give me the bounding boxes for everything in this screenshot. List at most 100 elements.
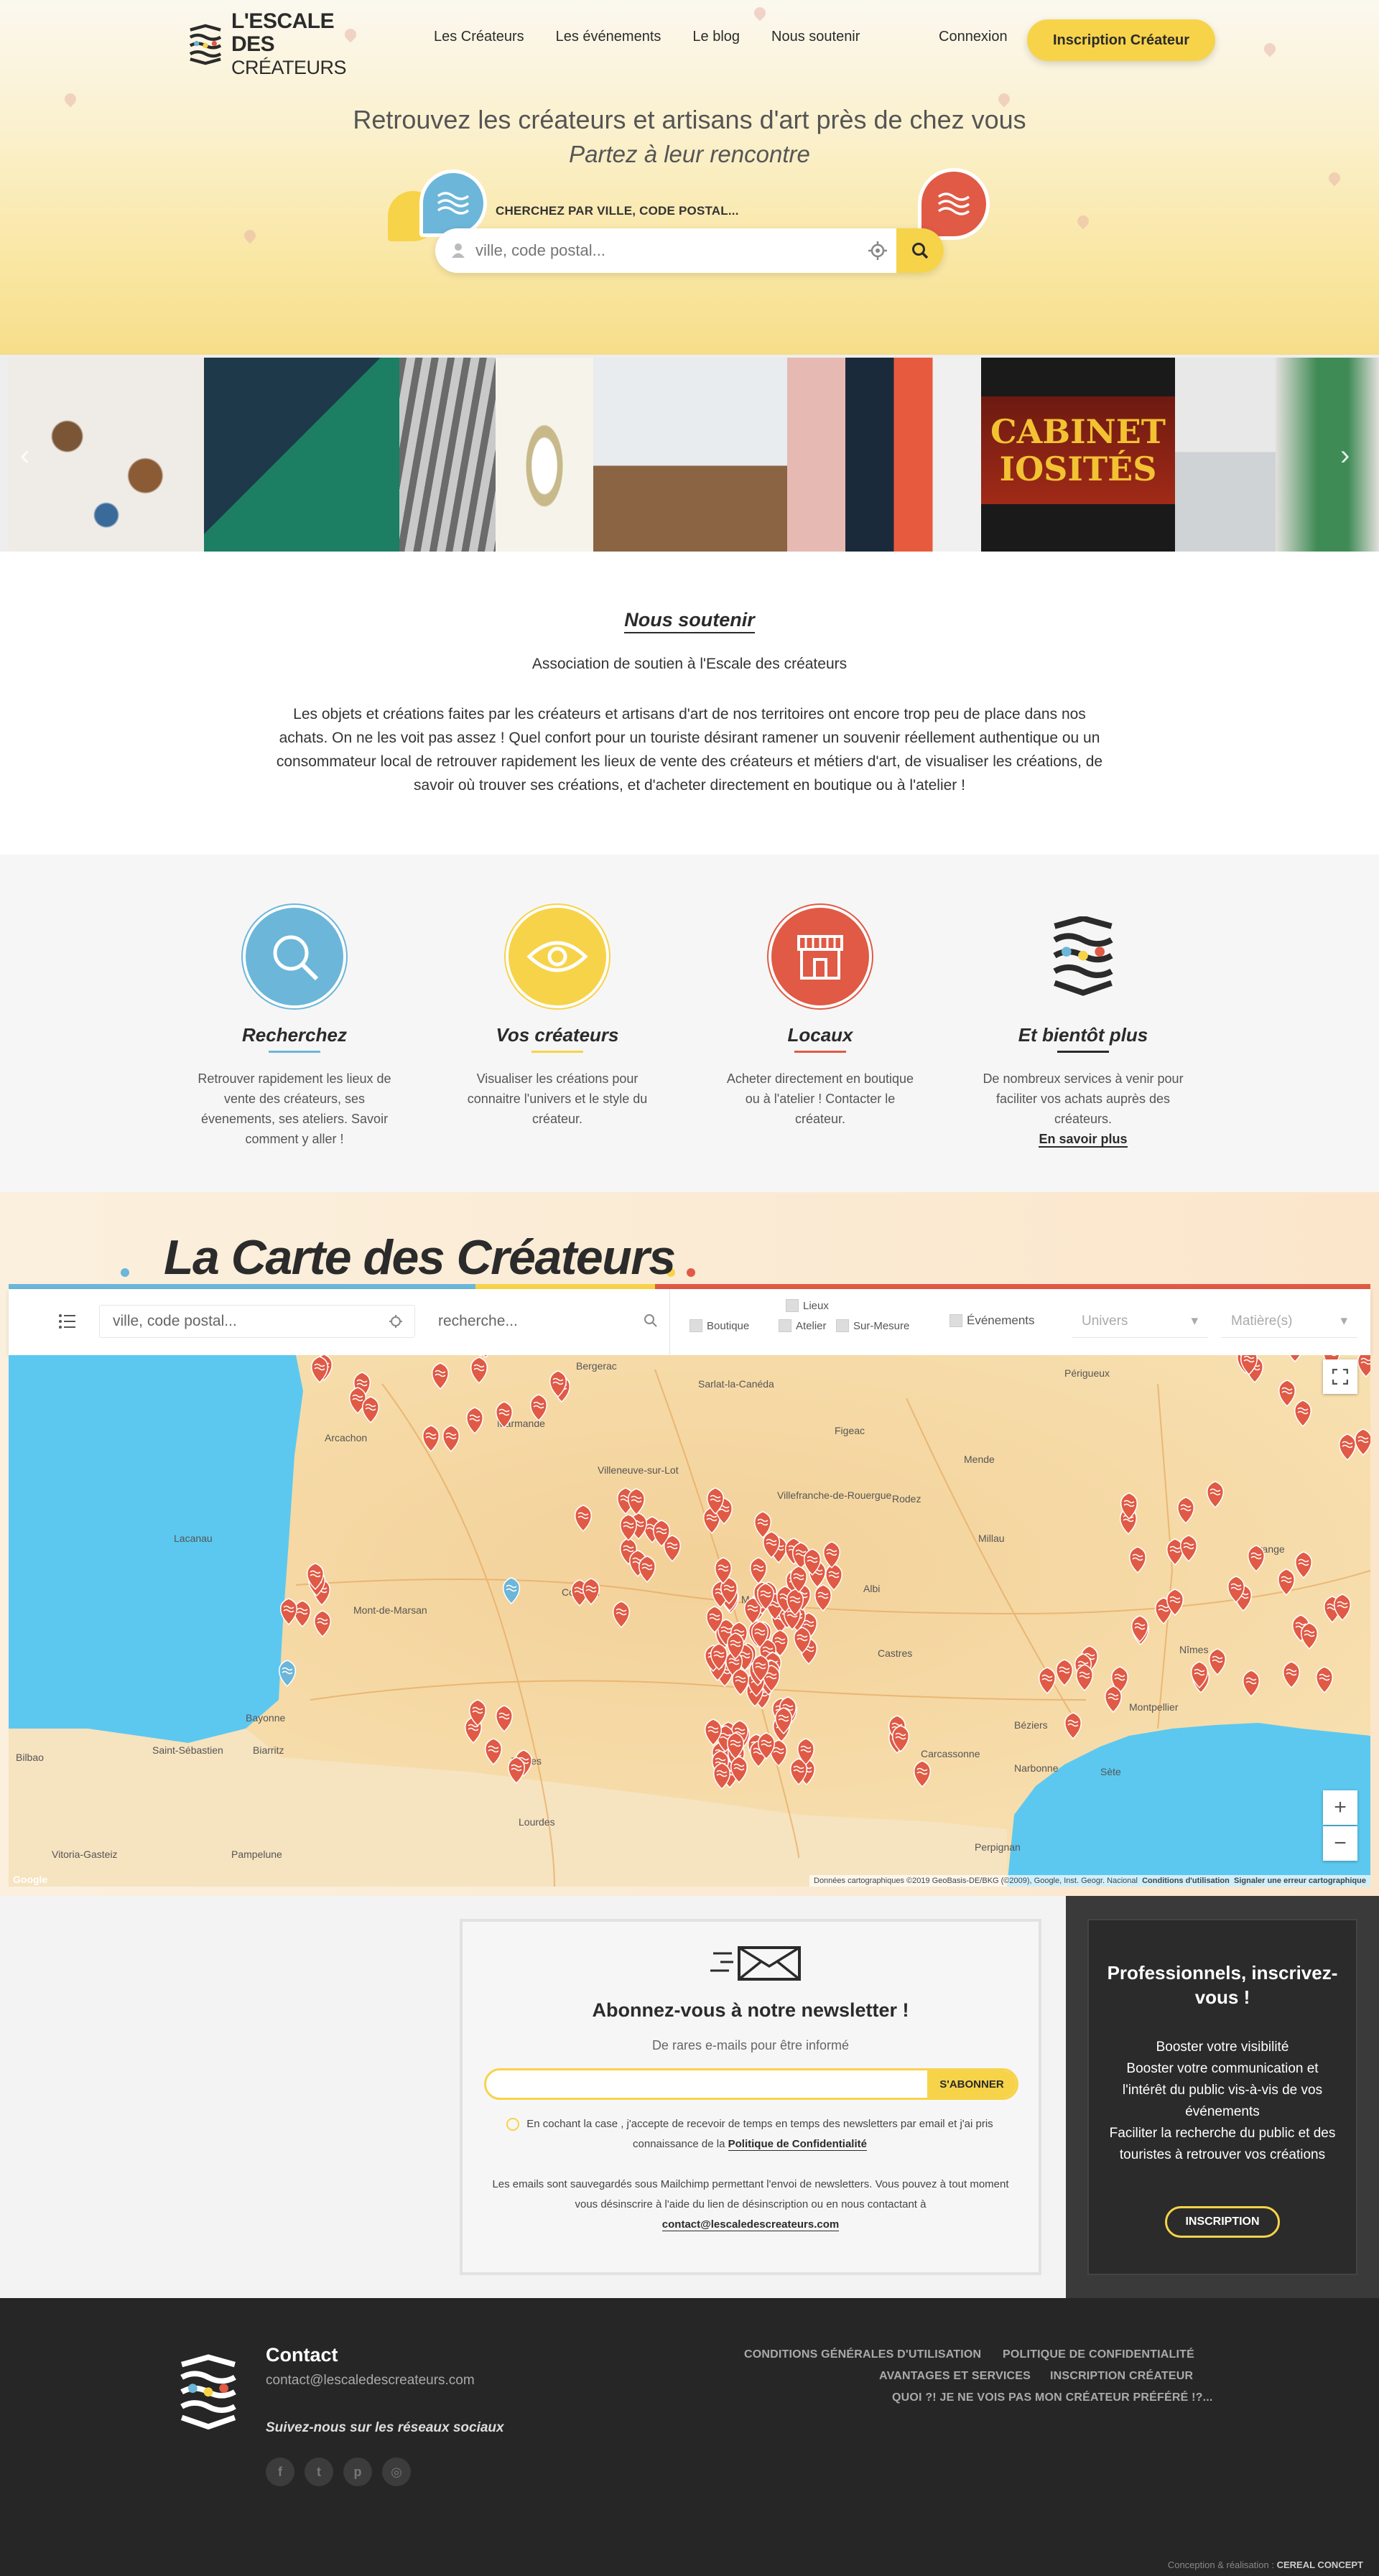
feature-text-body: De nombreux services à venir pour facili… — [983, 1071, 1184, 1126]
login-link[interactable]: Connexion — [939, 29, 1008, 45]
photo-threads — [399, 358, 496, 552]
map-keyword-input[interactable]: recherche... — [425, 1305, 669, 1338]
carousel-prev-icon[interactable]: ‹ — [20, 441, 39, 470]
map-keyword-placeholder: recherche... — [438, 1313, 518, 1329]
univers-select-value: Univers — [1082, 1313, 1128, 1329]
consent-checkbox[interactable] — [506, 2118, 520, 2131]
map-place-label: Mende — [964, 1454, 995, 1465]
matiere-select-value: Matière(s) — [1231, 1313, 1293, 1329]
list-view-icon[interactable] — [59, 1313, 76, 1329]
filter-label: Lieux — [803, 1299, 829, 1312]
eye-icon — [506, 905, 609, 1008]
feature-underline — [269, 1051, 320, 1053]
map-report-link[interactable]: Signaler une erreur cartographique — [1234, 1877, 1366, 1885]
nav-item-evenements[interactable]: Les événements — [556, 29, 661, 45]
map-canvas[interactable]: BergeracSarlat-la-CanédaArcachonMarmande… — [9, 1355, 1370, 1887]
feature-text: Acheter directement en boutique ou à l'a… — [726, 1071, 914, 1126]
site-footer: Contact contact@lescaledescreateurs.com … — [0, 2298, 1379, 2576]
newsletter-subtitle: De rares e-mails pour être informé — [651, 2038, 850, 2052]
checkbox[interactable] — [786, 1299, 799, 1312]
map-place-label: Vitoria-Gasteiz — [52, 1849, 118, 1860]
footer-link-cgu[interactable]: CONDITIONS GÉNÉRALES D'UTILISATION — [744, 2348, 981, 2361]
newsletter-email-input[interactable] — [486, 2070, 917, 2098]
nav-item-blog[interactable]: Le blog — [692, 29, 740, 45]
carousel-next-icon[interactable]: › — [1340, 441, 1359, 470]
hero-search-input[interactable] — [475, 241, 849, 260]
facebook-icon[interactable]: f — [266, 2458, 294, 2486]
photo-bowl — [496, 358, 593, 552]
footer-credit: Conception & réalisation : CEREAL CONCEP… — [1168, 2559, 1363, 2570]
map-place-label: Carcassonne — [921, 1748, 980, 1759]
matiere-select[interactable]: Matière(s) ▾ — [1221, 1305, 1357, 1338]
filter-lieux[interactable]: Lieux — [786, 1299, 829, 1312]
credit-agency-link[interactable]: CEREAL CONCEPT — [1277, 2559, 1363, 2570]
pinterest-icon[interactable]: p — [343, 2458, 372, 2486]
site-logo[interactable]: L'ESCALE DES CRÉATEURS — [188, 10, 347, 78]
footer-email-link[interactable]: contact@lescaledescreateurs.com — [266, 2373, 475, 2389]
feature-title: Locaux — [787, 1024, 853, 1046]
map-city-input[interactable]: ville, code postal... — [99, 1305, 415, 1338]
zoom-in-button[interactable]: + — [1323, 1790, 1357, 1825]
pro-signup-box: Professionnels, inscrivez-vous ! Booster… — [1087, 1919, 1357, 2275]
nav-item-soutenir[interactable]: Nous soutenir — [771, 29, 860, 45]
zoom-out-button[interactable]: − — [1323, 1826, 1357, 1861]
filter-evenements[interactable]: Événements — [949, 1313, 1035, 1328]
instagram-icon[interactable]: ◎ — [382, 2458, 411, 2486]
pro-title: Professionnels, inscrivez-vous ! — [1107, 1962, 1338, 2008]
map-place-label: Millau — [978, 1533, 1005, 1544]
hero-search-label: CHERCHEZ PAR VILLE, CODE POSTAL... — [496, 204, 739, 218]
feature-text: De nombreux services à venir pour facili… — [983, 1069, 1184, 1149]
footer-logo-icon[interactable] — [178, 2354, 238, 2432]
hero-search-button[interactable] — [896, 228, 944, 273]
feature-creators: Vos créateurs Visualiser les créations p… — [457, 905, 658, 1129]
map-terms-link[interactable]: Conditions d'utilisation — [1142, 1877, 1230, 1885]
subscribe-button[interactable]: S'ABONNER — [927, 2070, 1016, 2098]
fullscreen-button[interactable] — [1323, 1359, 1357, 1394]
learn-more-link[interactable]: En savoir plus — [1039, 1132, 1128, 1148]
pro-text: Booster votre visibilité Booster votre c… — [1109, 2040, 1336, 2162]
hero-title: Retrouvez les créateurs et artisans d'ar… — [353, 105, 1026, 134]
newsletter-legal: Les emails sont sauvegardés sous Mailchi… — [491, 2175, 1010, 2235]
photo-fashion-1 — [1175, 358, 1276, 552]
plus-icon: + — [1334, 1795, 1347, 1819]
dot-blue-icon — [121, 1268, 129, 1277]
geolocate-icon[interactable] — [389, 1314, 403, 1329]
footer-link-missing-creator[interactable]: QUOI ?! JE NE VOIS PAS MON CRÉATEUR PRÉF… — [892, 2391, 1213, 2404]
signup-creator-button[interactable]: Inscription Créateur — [1027, 19, 1215, 61]
logo-mark-icon — [1031, 905, 1135, 1008]
photo-carousel[interactable]: CABINET IOSITÉS ‹ › — [0, 352, 1379, 552]
checkbox[interactable] — [779, 1319, 791, 1332]
checkbox[interactable] — [836, 1319, 849, 1332]
map-attribution: Données cartographiques ©2019 GeoBasis-D… — [809, 1875, 1370, 1887]
map-place-label: Béziers — [1014, 1719, 1048, 1731]
nav-item-createurs[interactable]: Les Créateurs — [434, 29, 524, 45]
contact-email-link[interactable]: contact@lescaledescreateurs.com — [661, 2218, 840, 2231]
blue-bubble-icon — [419, 169, 487, 237]
footer-link-advantages[interactable]: AVANTAGES ET SERVICES — [879, 2370, 1031, 2383]
map-city-placeholder: ville, code postal... — [113, 1313, 237, 1329]
checkbox[interactable] — [949, 1314, 962, 1327]
creators-map[interactable]: Bergerac Sarlat-la-Canéda Arcachon Marmande… — [9, 1355, 1370, 1887]
filter-atelier[interactable]: Atelier — [779, 1319, 827, 1332]
search-icon[interactable] — [644, 1313, 658, 1328]
privacy-policy-link[interactable]: Politique de Confidentialité — [728, 2138, 867, 2151]
feature-text: Retrouver rapidement les lieux de vente … — [198, 1071, 391, 1146]
background-pin-icon — [1074, 213, 1092, 230]
map-place-label: Villefranche-de-Rouergue — [777, 1489, 891, 1501]
map-place-label: Biarritz — [253, 1744, 284, 1756]
filter-boutique[interactable]: Boutique — [690, 1319, 749, 1332]
pro-signup-button[interactable]: INSCRIPTION — [1165, 2206, 1280, 2238]
footer-link-signup[interactable]: INSCRIPTION CRÉATEUR — [1050, 2370, 1193, 2383]
checkbox[interactable] — [690, 1319, 702, 1332]
footer-link-privacy[interactable]: POLITIQUE DE CONFIDENTIALITÉ — [1003, 2348, 1194, 2361]
univers-select[interactable]: Univers ▾ — [1072, 1305, 1208, 1338]
map-title: La Carte des Créateurs — [164, 1230, 676, 1285]
filter-label: Atelier — [796, 1319, 827, 1332]
feature-search: Recherchez Retrouver rapidement les lieu… — [194, 905, 395, 1149]
logo-icon — [189, 24, 222, 65]
filter-sur-mesure[interactable]: Sur-Mesure — [836, 1319, 909, 1332]
feature-underline — [1057, 1051, 1109, 1053]
twitter-icon[interactable]: t — [305, 2458, 333, 2486]
geolocate-icon[interactable] — [868, 241, 888, 261]
newsletter-title: Abonnez-vous à notre newsletter ! — [592, 1999, 909, 2021]
